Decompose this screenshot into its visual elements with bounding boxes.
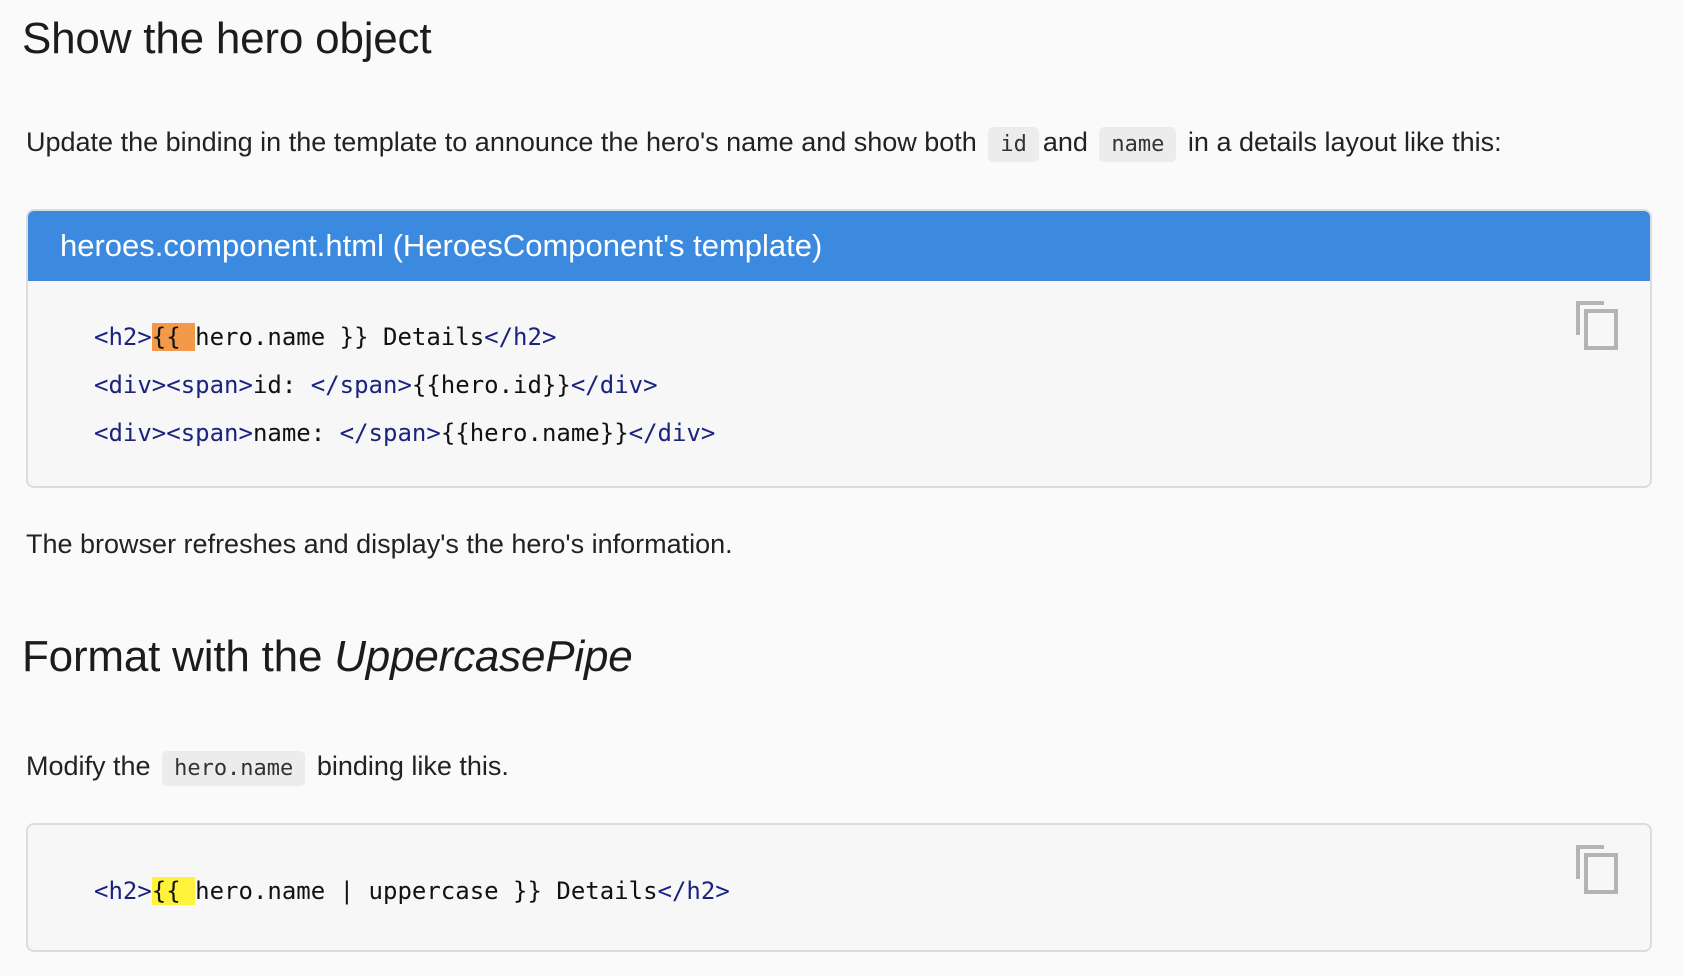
code-text: {{hero.name}}	[440, 419, 629, 447]
code-tag: </h2>	[484, 323, 557, 351]
browser-refresh-paragraph: The browser refreshes and display's the …	[26, 529, 733, 559]
section-title-show-hero: Show the hero object	[22, 14, 432, 63]
code-line: <div><span>name: </span>{{hero.name}}</d…	[94, 409, 1650, 457]
code-line: <h2>{{ hero.name }} Details</h2>	[94, 313, 1650, 361]
code-tag: </div>	[570, 371, 658, 399]
copy-code-button[interactable]	[1574, 299, 1620, 351]
code-example-heroes-template: heroes.component.html (HeroesComponent's…	[26, 209, 1652, 488]
code-text: name:	[252, 419, 340, 447]
modify-paragraph: Modify the hero.name binding like this.	[26, 748, 509, 787]
section-title-text: Format with the	[22, 632, 335, 681]
code-tag: </span>	[339, 419, 441, 447]
code-line: <h2>{{ hero.name | uppercase }} Details<…	[94, 867, 1650, 915]
code-highlight: {{	[151, 877, 196, 905]
inline-code-hero-name: hero.name	[162, 751, 306, 786]
code-text: {{hero.id}}	[411, 371, 571, 399]
code-example-header: heroes.component.html (HeroesComponent's…	[28, 211, 1650, 281]
modify-text-pre: Modify the	[26, 751, 151, 781]
code-tag: <div><span>	[94, 419, 253, 447]
intro-text-and: and	[1042, 127, 1088, 157]
inline-code-id: id	[988, 127, 1039, 162]
section-title-uppercase-pipe: Format with the UppercasePipe	[22, 632, 633, 682]
code-tag: <h2>	[94, 323, 152, 351]
intro-text-pre: Update the binding in the template to an…	[26, 127, 977, 157]
inline-code-name: name	[1099, 127, 1177, 162]
code-tag: </h2>	[657, 877, 730, 905]
section-title-em: UppercasePipe	[334, 632, 633, 681]
code-body: <h2>{{ hero.name }} Details</h2> <div><s…	[28, 281, 1650, 457]
intro-text-post: in a details layout like this:	[1187, 127, 1502, 157]
doc-page: Show the hero object Update the binding …	[0, 0, 1684, 976]
code-tag: <div><span>	[94, 371, 253, 399]
code-tag: <h2>	[94, 877, 152, 905]
intro-paragraph: Update the binding in the template to an…	[26, 124, 1502, 163]
code-text: id:	[252, 371, 311, 399]
code-tag: </span>	[310, 371, 412, 399]
copy-icon	[1576, 301, 1618, 350]
code-tag: </div>	[628, 419, 716, 447]
code-example-uppercase: <h2>{{ hero.name | uppercase }} Details<…	[26, 823, 1652, 952]
code-text: hero.name | uppercase }} Details	[195, 877, 658, 905]
copy-icon	[1576, 845, 1618, 894]
code-line: <div><span>id: </span>{{hero.id}}</div>	[94, 361, 1650, 409]
code-body: <h2>{{ hero.name | uppercase }} Details<…	[28, 825, 1650, 915]
code-highlight: {{	[151, 323, 196, 351]
modify-text-post: binding like this.	[316, 751, 509, 781]
code-text: hero.name }} Details	[195, 323, 485, 351]
copy-code-button[interactable]	[1574, 843, 1620, 895]
